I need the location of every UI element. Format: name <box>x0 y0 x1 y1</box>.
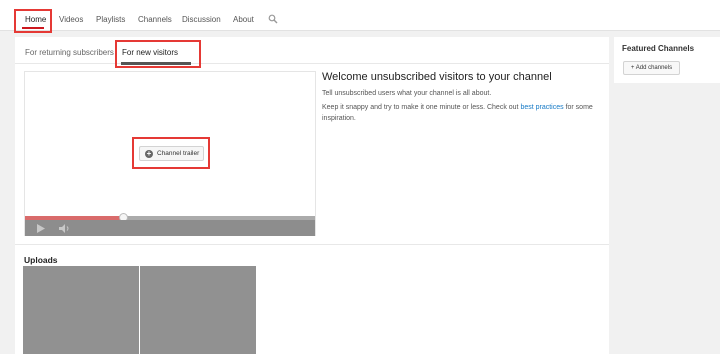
audience-subtabs: For returning subscribers For new visito… <box>15 37 609 68</box>
video-player[interactable]: + Channel trailer <box>24 71 316 236</box>
uploads-section-title: Uploads <box>24 255 58 265</box>
tips-text-start: Keep it snappy and try to make it one mi… <box>322 104 521 111</box>
welcome-text-block: Welcome unsubscribed visitors to your ch… <box>322 71 607 124</box>
channel-trailer-highlight-box <box>132 137 210 169</box>
featured-channels-title: Featured Channels <box>622 44 695 53</box>
home-tab-highlight-box <box>14 9 52 33</box>
search-icon[interactable] <box>268 14 278 24</box>
new-visitors-highlight-box <box>115 40 201 68</box>
subtab-returning-subscribers[interactable]: For returning subscribers <box>25 48 114 58</box>
player-controls <box>25 220 315 236</box>
featured-channels-panel: Featured Channels + Add channels <box>614 37 720 83</box>
volume-icon[interactable] <box>59 224 70 233</box>
tab-playlists[interactable]: Playlists <box>96 15 125 25</box>
welcome-tips: Keep it snappy and try to make it one mi… <box>322 102 607 124</box>
tab-channels[interactable]: Channels <box>138 15 172 25</box>
upload-thumbnail[interactable] <box>23 266 139 354</box>
welcome-heading: Welcome unsubscribed visitors to your ch… <box>322 71 552 83</box>
section-divider <box>15 244 609 245</box>
tab-videos[interactable]: Videos <box>59 15 83 25</box>
add-channels-button[interactable]: + Add channels <box>623 61 680 75</box>
tab-discussion[interactable]: Discussion <box>182 15 221 25</box>
best-practices-link[interactable]: best practices <box>520 104 563 111</box>
channel-nav-bar: Home Videos Playlists Channels Discussio… <box>0 0 720 33</box>
welcome-description: Tell unsubscribed users what your channe… <box>322 90 492 97</box>
upload-thumbnail[interactable] <box>140 266 256 354</box>
channel-main-panel: For returning subscribers For new visito… <box>15 37 609 354</box>
tab-about[interactable]: About <box>233 15 254 25</box>
play-icon[interactable] <box>37 224 45 233</box>
